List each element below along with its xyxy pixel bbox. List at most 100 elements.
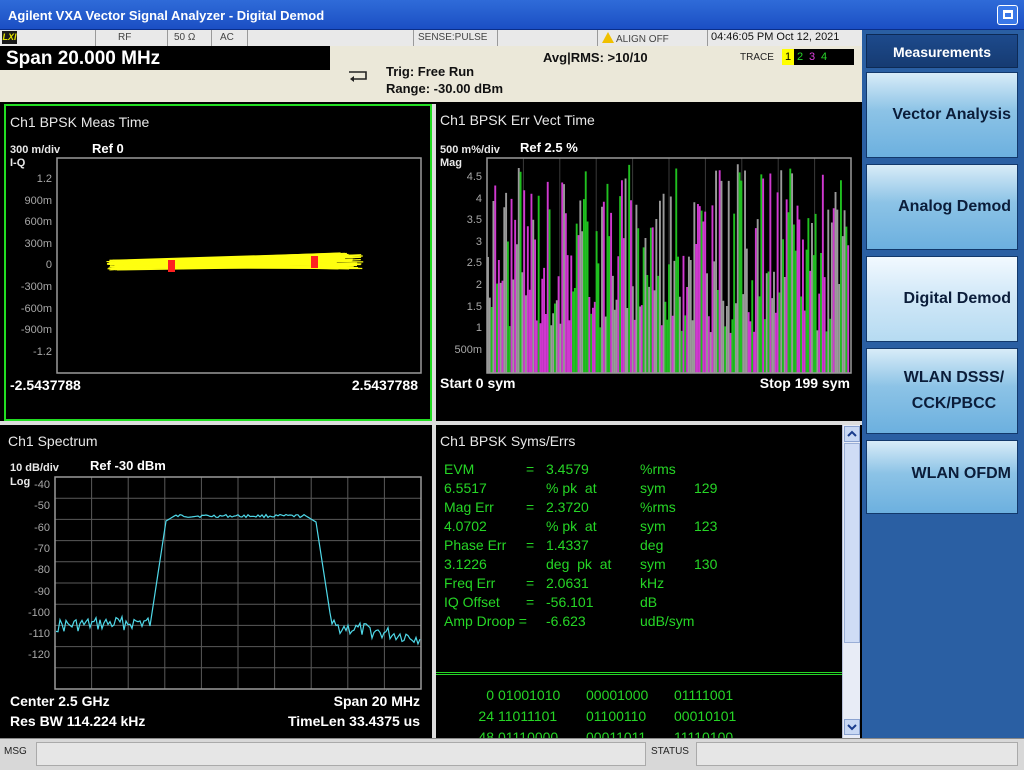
softkey-label: Digital Demod: [903, 290, 1011, 307]
summary-label: Amp Droop =: [444, 613, 527, 629]
y-tick-label: -100: [27, 606, 50, 619]
summary-label: EVM: [444, 461, 475, 477]
summary-value: 1.4337: [546, 537, 589, 553]
impedance-indicator: 50 Ω: [168, 30, 212, 46]
summary-label: 4.0702: [444, 518, 487, 534]
y-tick-label: 1.5: [466, 300, 482, 313]
summary-eq: =: [526, 594, 535, 610]
summary-unit: kHz: [640, 575, 665, 591]
start-label: Start 0 sym: [440, 375, 516, 391]
message-bar: MSG STATUS: [0, 738, 1024, 770]
y-tick-label: 4: [475, 192, 482, 205]
y-tick-label: 500m: [454, 343, 482, 356]
window-err-vect-time[interactable]: Ch1 BPSK Err Vect Time 500 m%/div Ref 2.…: [436, 104, 860, 421]
center-freq: Center 2.5 GHz: [10, 693, 110, 709]
summary-value: 2.3720: [546, 499, 589, 515]
summary-label: Mag Err: [444, 499, 494, 515]
softkey-panel: Measurements Vector Analysis Analog Demo…: [862, 30, 1024, 738]
y-tick-label: -60: [34, 521, 50, 534]
y-tick-label: -1.2: [33, 345, 52, 358]
maximize-button[interactable]: [997, 5, 1018, 25]
summary-extra: 130: [694, 556, 718, 572]
coupling-indicator: AC: [212, 30, 248, 46]
window-title-syms-errs: Ch1 BPSK Syms/Errs: [440, 433, 576, 449]
scroll-down-button[interactable]: [844, 719, 860, 735]
scroll-up-button[interactable]: [844, 426, 860, 442]
softkey-label: Vector Analysis: [892, 106, 1011, 123]
y-tick-label: -80: [34, 564, 50, 577]
summary-label: 3.1226: [444, 556, 487, 572]
bits-b3: 11110100: [674, 729, 734, 738]
y-tick-label: 4.5: [466, 171, 482, 183]
time-length: TimeLen 33.4375 us: [287, 713, 420, 729]
window-title-err-vect: Ch1 BPSK Err Vect Time: [440, 112, 595, 128]
y-tick-label: 3.5: [466, 214, 482, 227]
bits-b1: 01001010: [498, 687, 561, 703]
constellation-point: [311, 256, 318, 268]
softkey-label-line1: WLAN DSSS/: [903, 369, 1005, 386]
scale-per-div: 300 m/div: [10, 144, 61, 156]
summary-value: deg pk at: [546, 556, 612, 572]
summary-label: 6.5517: [444, 480, 487, 496]
summary-label: Freq Err: [444, 575, 496, 591]
title-bar: Agilent VXA Vector Signal Analyzer - Dig…: [0, 0, 1024, 30]
summary-eq: =: [526, 499, 535, 515]
status-cell-blank: [0, 30, 96, 46]
softkey-vector-analysis[interactable]: Vector Analysis: [866, 72, 1018, 158]
span-text: Span 20.000 MHz: [6, 48, 161, 69]
summary-value: 2.0631: [546, 575, 589, 591]
ref-level: Ref -30 dBm: [90, 458, 166, 473]
bits-idx: 24: [478, 708, 494, 724]
ref-level: Ref 2.5 %: [520, 140, 578, 155]
trace-label: TRACE: [740, 52, 774, 63]
summary-eq: =: [526, 461, 535, 477]
summary-value: -6.623: [546, 613, 586, 629]
summary-unit: sym: [640, 518, 666, 534]
stop-label: Stop 199 sym: [759, 375, 850, 391]
window-syms-errs[interactable]: Ch1 BPSK Syms/Errs EVM = 3.4579 %rms 6.5517%…: [436, 425, 860, 738]
chevron-up-icon: [847, 430, 857, 437]
status-cell-blank-3: [498, 30, 598, 46]
y-tick-label: -120: [27, 649, 50, 662]
sense-indicator: SENSE:PULSE: [414, 30, 498, 46]
ref-level: Ref 0: [92, 141, 124, 156]
summary-value: 3.4579: [546, 461, 589, 477]
summary-value: % pk at: [546, 518, 597, 534]
msg-label: MSG: [4, 746, 27, 757]
summary-extra: 129: [694, 480, 718, 496]
scale-per-div: 10 dB/div: [10, 462, 59, 474]
range-text: Range: -30.00 dBm: [386, 81, 504, 96]
window-meas-time[interactable]: Ch1 BPSK Meas Time 300 m/div Ref 0 I-Q 1…: [4, 104, 432, 421]
summary-unit: deg: [640, 537, 664, 553]
align-indicator: ALIGN OFF: [598, 30, 708, 46]
y-tick-label: -40: [34, 479, 50, 491]
span-readout[interactable]: Span 20.000 MHz: [0, 46, 330, 70]
window-title-spectrum: Ch1 Spectrum: [8, 433, 98, 449]
y-tick-label: -70: [34, 542, 50, 555]
softkey-wlan-dsss[interactable]: WLAN DSSS/CCK/PBCC: [866, 348, 1018, 434]
summary-label: IQ Offset: [444, 594, 500, 610]
softkey-wlan-ofdm[interactable]: WLAN OFDM: [866, 440, 1018, 514]
message-field: [36, 742, 646, 766]
scroll-thumb[interactable]: [844, 443, 860, 643]
softkey-analog-demod[interactable]: Analog Demod: [866, 164, 1018, 250]
summary-value: -56.101: [546, 594, 594, 610]
softkey-label: WLAN OFDM: [911, 465, 1011, 482]
bits-b1: 01110000: [498, 729, 559, 738]
status-field: [696, 742, 1018, 766]
summary-unit: sym: [640, 556, 666, 572]
format-label: I-Q: [10, 157, 26, 169]
bits-b2: 00001000: [586, 687, 649, 703]
y-tick-label: -110: [28, 628, 50, 641]
trace-numbers: 1234: [782, 49, 854, 65]
window-spectrum[interactable]: Ch1 Spectrum 10 dB/div Ref -30 dBm Log -…: [4, 425, 432, 738]
softkey-digital-demod[interactable]: Digital Demod: [866, 256, 1018, 342]
maximize-icon: [1003, 10, 1013, 19]
summary-value: % pk at: [546, 480, 597, 496]
syms-errs-scrollbar[interactable]: [842, 425, 860, 738]
y-tick-label: 0: [45, 259, 52, 272]
y-tick-label: 900m: [24, 194, 52, 207]
y-tick-label: -50: [34, 500, 50, 513]
bits-idx: 0: [486, 687, 494, 703]
err-vect-plot: [486, 157, 852, 374]
